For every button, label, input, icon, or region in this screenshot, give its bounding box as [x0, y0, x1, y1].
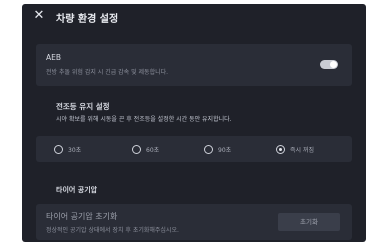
- radio-label: 즉시 꺼짐: [290, 146, 314, 154]
- radio-option-30s[interactable]: 30초: [54, 143, 81, 155]
- reset-button[interactable]: 초기화: [278, 213, 340, 231]
- headlight-section-title: 전조등 유지 설정: [56, 102, 110, 111]
- aeb-description: 전방 추돌 위험 감지 시 긴급 감속 및 제동합니다.: [46, 69, 169, 76]
- tire-reset-title: 타이어 공기압 초기화: [46, 212, 118, 221]
- dialog-title: 차량 환경 설정: [56, 14, 119, 25]
- aeb-title: AEB: [46, 53, 62, 62]
- tire-reset-card: 타이어 공기압 초기화 정상적인 공기압 상태에서 장치 후 초기화해주십시오.…: [36, 204, 352, 240]
- aeb-setting-card: AEB 전방 추돌 위험 감지 시 긴급 감속 및 제동합니다.: [36, 44, 352, 86]
- headlight-options-card: 30초 60초 90초 즉시 꺼짐: [36, 136, 352, 162]
- radio-option-60s[interactable]: 60초: [132, 143, 159, 155]
- radio-option-immediate-off[interactable]: 즉시 꺼짐: [276, 143, 314, 155]
- radio-icon: [132, 144, 141, 154]
- radio-icon: [204, 144, 213, 154]
- radio-label: 90초: [218, 146, 232, 154]
- dialog-header: ✕ 차량 환경 설정: [22, 4, 366, 30]
- aeb-toggle[interactable]: [320, 60, 338, 69]
- radio-label: 30초: [68, 146, 82, 154]
- toggle-knob: [330, 61, 337, 68]
- radio-label: 60초: [146, 146, 160, 154]
- radio-option-90s[interactable]: 90초: [204, 143, 231, 155]
- close-icon[interactable]: ✕: [32, 9, 46, 23]
- radio-icon: [54, 144, 63, 154]
- tire-reset-description: 정상적인 공기압 상태에서 장치 후 초기화해주십시오.: [46, 227, 179, 234]
- settings-dialog: ✕ 차량 환경 설정 AEB 전방 추돌 위험 감지 시 긴급 감속 및 제동합…: [22, 4, 366, 242]
- tire-section-title: 타이어 공기압: [56, 186, 98, 194]
- headlight-section-description: 시야 확보를 위해 시동을 끈 후 전조등을 설정한 시간 동안 유지합니다.: [56, 116, 232, 123]
- radio-selected-icon: [276, 144, 285, 154]
